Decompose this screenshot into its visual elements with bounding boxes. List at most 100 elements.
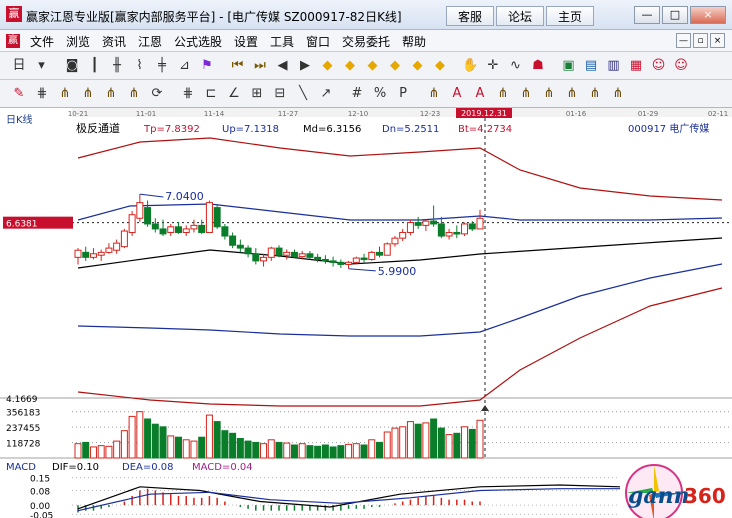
candle-body: [461, 223, 469, 235]
candle-single-icon[interactable]: ╪: [153, 57, 171, 75]
next-icon[interactable]: ▶: [296, 57, 314, 75]
menu-formula[interactable]: 公式选股: [174, 33, 222, 50]
diamond-icon[interactable]: ◆: [431, 57, 449, 75]
gann-fan-icon[interactable]: ⊿: [176, 57, 194, 75]
md-value: Md=6.3156: [303, 124, 361, 135]
diamond-icon[interactable]: ◆: [409, 57, 427, 75]
fork-icon[interactable]: ⋔: [125, 85, 143, 103]
fork-icon[interactable]: ⋔: [563, 85, 581, 103]
fork-icon[interactable]: ⋔: [609, 85, 627, 103]
prev-icon[interactable]: ◀: [274, 57, 292, 75]
kline-chart[interactable]: 10-21 11-01 11-14 11-27 12-10 12-23 01-16 01-29…: [0, 108, 732, 518]
crosshair-icon[interactable]: ✛: [484, 57, 502, 75]
menu-trade[interactable]: 交易委托: [342, 33, 390, 50]
percent-icon[interactable]: %: [371, 85, 389, 103]
menu-window[interactable]: 窗口: [306, 33, 330, 50]
volume-bar: [252, 441, 260, 459]
title-bar: 赢 赢家江恩专业版[赢家内部服务平台] - [电广传媒 SZ000917-82日…: [0, 0, 732, 30]
ray-icon[interactable]: ↗: [317, 85, 335, 103]
diamond-icon[interactable]: ◆: [319, 57, 337, 75]
ruler-icon[interactable]: ⊞: [248, 85, 266, 103]
close-button[interactable]: ×: [690, 6, 726, 24]
first-icon[interactable]: ⏮: [229, 57, 247, 75]
app-logo-icon: 赢: [6, 6, 22, 22]
hand-icon[interactable]: ✋: [462, 57, 480, 75]
menu-gann[interactable]: 江恩: [138, 33, 162, 50]
macd-dea: DEA=0.08: [122, 462, 174, 473]
fork-icon[interactable]: ⋔: [540, 85, 558, 103]
flag-icon[interactable]: ⚑: [198, 57, 216, 75]
fork-icon[interactable]: ⋔: [586, 85, 604, 103]
fork-icon[interactable]: ⋔: [425, 85, 443, 103]
fork-icon[interactable]: ⋔: [517, 85, 535, 103]
hash-icon[interactable]: #: [348, 85, 366, 103]
menu-help[interactable]: 帮助: [402, 33, 426, 50]
dropdown-arrow-icon[interactable]: ▾: [33, 57, 51, 75]
fork-icon[interactable]: ⋔: [56, 85, 74, 103]
info-icon[interactable]: ▣: [560, 57, 578, 75]
volume-bar: [167, 435, 175, 459]
text-a-icon[interactable]: A: [448, 85, 466, 103]
candle-body: [383, 243, 391, 256]
mdi-minimize-button[interactable]: —: [676, 33, 691, 48]
menu-file[interactable]: 文件: [30, 33, 54, 50]
fork-icon[interactable]: ⋔: [79, 85, 97, 103]
volume-bar: [97, 445, 105, 459]
period-icon[interactable]: 日: [10, 57, 28, 75]
pencil-icon[interactable]: ✎: [10, 85, 28, 103]
volume-bar: [406, 421, 414, 459]
candle-body: [97, 251, 105, 256]
book-icon[interactable]: ▥: [605, 57, 623, 75]
line-chart-icon[interactable]: ⌇: [131, 57, 149, 75]
homepage-button[interactable]: 主页: [546, 6, 594, 26]
volume-bar: [159, 426, 167, 459]
candle-body: [229, 235, 237, 246]
volume-bar: [306, 445, 314, 459]
annotation-low-label: 5.9900: [378, 265, 417, 278]
bracket-icon[interactable]: ⊏: [202, 85, 220, 103]
candle-body: [275, 247, 283, 256]
fork-icon[interactable]: ⋔: [494, 85, 512, 103]
volume-tick-label: 118728: [6, 440, 41, 450]
last-icon[interactable]: ⏭: [251, 57, 269, 75]
wave-icon[interactable]: ∿: [507, 57, 525, 75]
candle-body: [476, 217, 484, 230]
hash-grid-icon[interactable]: ⋕: [33, 85, 51, 103]
box-icon[interactable]: ⊟: [271, 85, 289, 103]
fork-icon[interactable]: ⋔: [102, 85, 120, 103]
window-title: 赢家江恩专业版[赢家内部服务平台] - [电广传媒 SZ000917-82日K线…: [26, 10, 402, 24]
angle-icon[interactable]: ∠: [225, 85, 243, 103]
candle-chart-icon[interactable]: ╫: [108, 57, 126, 75]
volume-bar: [82, 441, 90, 459]
minimize-button[interactable]: —: [634, 6, 660, 24]
diamond-icon[interactable]: ◆: [364, 57, 382, 75]
candle-body: [74, 249, 82, 258]
mdi-close-button[interactable]: ×: [710, 33, 725, 48]
hash-grid-icon[interactable]: ⋕: [179, 85, 197, 103]
camera-icon[interactable]: ◙: [63, 57, 81, 75]
menu-settings[interactable]: 设置: [234, 33, 258, 50]
mdi-restore-button[interactable]: ▫: [693, 33, 708, 48]
save-icon[interactable]: ▦: [627, 57, 645, 75]
people-icon[interactable]: ☺: [672, 57, 690, 75]
forum-button[interactable]: 论坛: [496, 6, 544, 26]
candle-body: [128, 214, 136, 233]
slash-icon[interactable]: ╲: [294, 85, 312, 103]
macd-tick-label: 0.15: [30, 475, 50, 485]
ledger-icon[interactable]: ▤: [582, 57, 600, 75]
customer-service-button[interactable]: 客服: [446, 6, 494, 26]
mask-icon[interactable]: ☗: [529, 57, 547, 75]
people-icon[interactable]: ☺: [650, 57, 668, 75]
text-a-icon[interactable]: A: [471, 85, 489, 103]
diamond-icon[interactable]: ◆: [341, 57, 359, 75]
maximize-button[interactable]: □: [662, 6, 688, 24]
bar-chart-icon[interactable]: ┃: [86, 57, 104, 75]
menu-browse[interactable]: 浏览: [66, 33, 90, 50]
volume-bar: [128, 415, 136, 459]
volume-bar: [399, 426, 407, 459]
menu-tools[interactable]: 工具: [270, 33, 294, 50]
p-icon[interactable]: P: [394, 85, 412, 103]
menu-info[interactable]: 资讯: [102, 33, 126, 50]
cycle-icon[interactable]: ⟳: [148, 85, 166, 103]
diamond-icon[interactable]: ◆: [386, 57, 404, 75]
